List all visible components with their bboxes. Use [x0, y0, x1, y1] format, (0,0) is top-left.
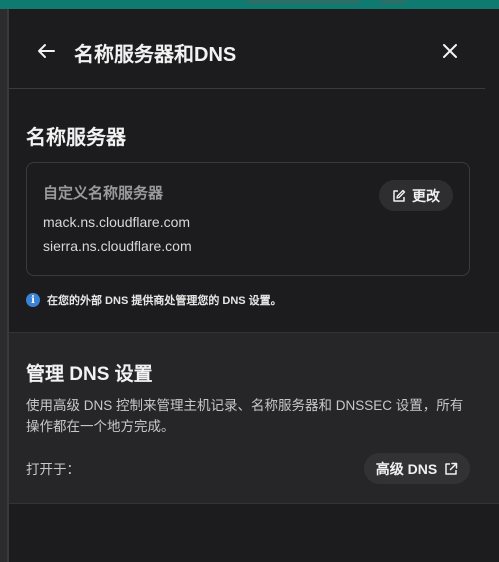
- manage-dns-description: 使用高级 DNS 控制来管理主机记录、名称服务器和 DNSSEC 设置，所有操作…: [26, 398, 464, 434]
- advanced-dns-label: 高级 DNS: [375, 460, 438, 477]
- left-edge-bar: [0, 9, 9, 562]
- back-button[interactable]: [35, 40, 57, 62]
- custom-nameservers-title: 自定义名称服务器: [43, 185, 164, 202]
- panel-header: 名称服务器和DNS: [9, 9, 485, 89]
- info-icon: i: [26, 293, 40, 307]
- open-in-label: 打开于：: [26, 462, 80, 477]
- arrow-left-icon: [37, 43, 55, 59]
- panel-title: 名称服务器和DNS: [74, 44, 237, 66]
- manage-dns-section: 管理 DNS 设置 使用高级 DNS 控制来管理主机记录、名称服务器和 DNSS…: [9, 332, 499, 504]
- external-link-icon: [444, 462, 458, 476]
- nameserver-item: sierra.ns.cloudflare.com: [43, 238, 192, 254]
- advanced-dns-button[interactable]: 高级 DNS: [364, 453, 470, 484]
- close-button[interactable]: [439, 40, 461, 62]
- top-app-bar-strip: [0, 0, 499, 9]
- close-icon: [443, 44, 457, 58]
- change-nameservers-button[interactable]: 更改: [379, 180, 453, 211]
- nameserver-item: mack.ns.cloudflare.com: [43, 214, 191, 230]
- dns-provider-notice-text: 在您的外部 DNS 提供商处管理您的 DNS 设置。: [47, 295, 282, 307]
- nameservers-dns-panel: 名称服务器和DNS 名称服务器 自定义名称服务器 mack.ns.cloudfl…: [9, 9, 499, 562]
- edit-icon: [392, 189, 406, 203]
- custom-nameservers-card: 自定义名称服务器 mack.ns.cloudflare.com sierra.n…: [26, 162, 470, 276]
- dns-provider-notice: i 在您的外部 DNS 提供商处管理您的 DNS 设置。: [26, 292, 282, 308]
- top-bar-avatar[interactable]: [378, 0, 408, 4]
- nameservers-section-title: 名称服务器: [26, 127, 126, 149]
- manage-dns-title: 管理 DNS 设置: [26, 364, 153, 385]
- change-button-label: 更改: [412, 187, 440, 204]
- top-bar-control[interactable]: [244, 0, 362, 4]
